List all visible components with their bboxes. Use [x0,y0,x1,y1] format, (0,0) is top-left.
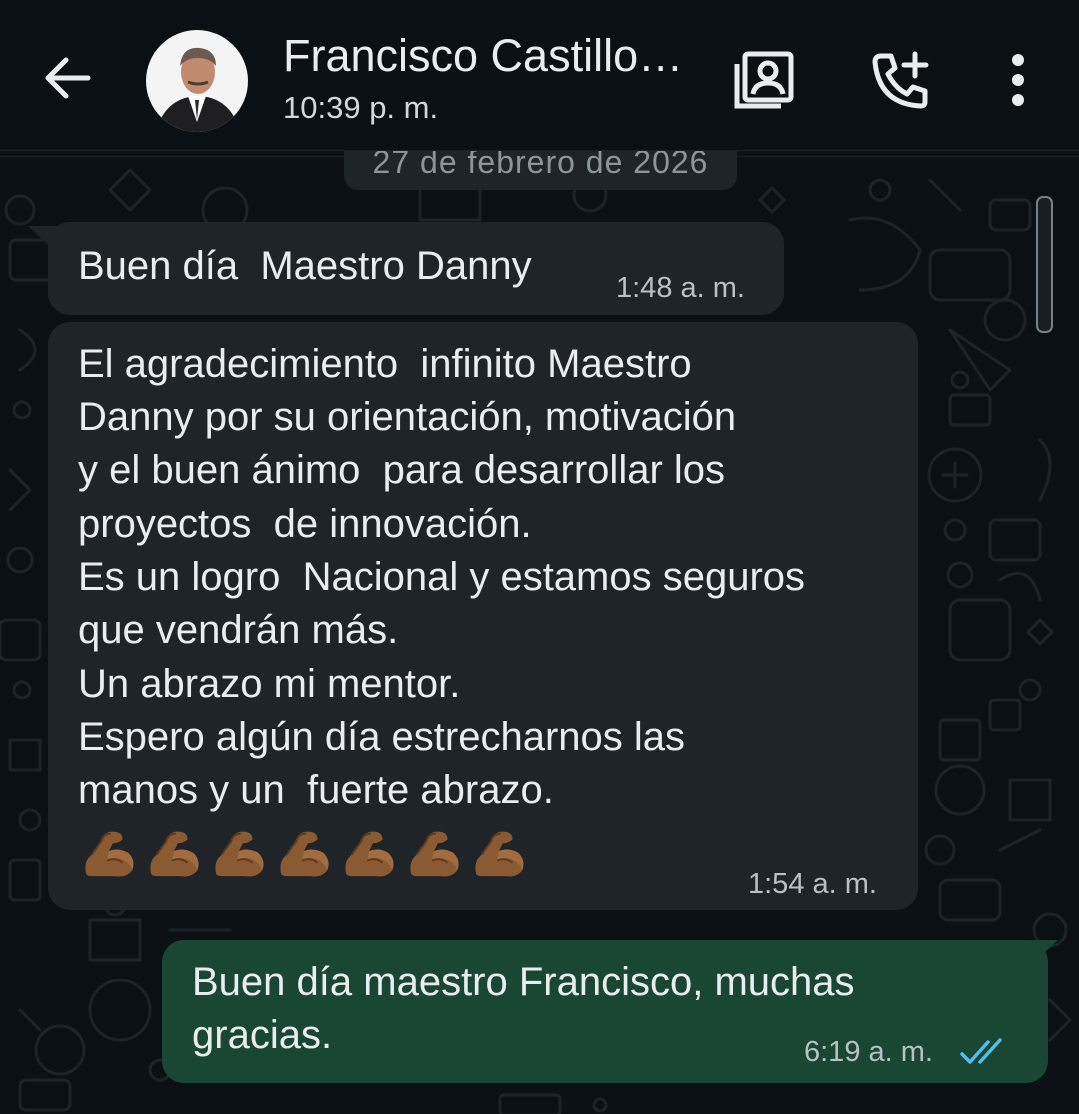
flexed-biceps-emoji-row [80,822,528,880]
message-line: y el buen ánimo para desarrollar los [78,448,726,492]
message-line: Es un logro Nacional y estamos seguros [78,555,806,599]
message-text: Buen día Maestro Danny [78,244,532,288]
contact-name-render: Francisco Castillo… [283,30,684,81]
flexed-biceps-emoji [475,831,524,877]
flexed-biceps-emoji [410,831,459,877]
flexed-biceps-emoji [280,831,329,877]
message-line: que vendrán más. [78,608,399,652]
back-arrow-icon-render [45,57,91,99]
chat-scrollbar-thumb[interactable] [1036,196,1053,333]
message-time: 1:54 a. m. [748,868,877,900]
incoming-message-bubble[interactable]: Buen día Maestro Danny 1:48 a. m. [48,222,784,315]
incoming-message-bubble[interactable]: El agradecimiento infinito Maestro Danny… [48,322,918,910]
last-seen-render: 10:39 p. m. [283,90,439,125]
flexed-biceps-emoji [345,831,394,877]
message-line: Un abrazo mi mentor. [78,662,461,706]
message-line: gracias. [192,1013,333,1057]
call-add-icon-render [872,51,929,109]
message-line: Buen día maestro Francisco, muchas [192,960,855,1004]
flexed-biceps-emoji [85,831,134,877]
flexed-biceps-emoji [215,831,264,877]
message-time: 6:19 a. m. [804,1036,933,1068]
read-double-check-icon [960,1038,1002,1064]
message-time: 1:48 a. m. [616,272,745,304]
outgoing-message-bubble[interactable]: Buen día maestro Francisco, muchas graci… [162,940,1048,1083]
message-line: Espero algún día estrecharnos las [78,715,686,759]
message-line: El agradecimiento infinito Maestro [78,342,692,386]
date-separator-label: 27 de febrero de 2026 [372,144,709,180]
avatar-render [146,30,248,132]
date-separator-chip: 27 de febrero de 2026 [344,128,737,190]
message-line: proyectos de innovación. [78,502,532,546]
more-vert-icon-render [1012,54,1024,106]
flexed-biceps-emoji [150,831,199,877]
video-library-icon-render [734,51,794,109]
message-line: Danny por su orientación, motivación [78,395,737,439]
message-line: manos y un fuerte abrazo. [78,768,554,812]
